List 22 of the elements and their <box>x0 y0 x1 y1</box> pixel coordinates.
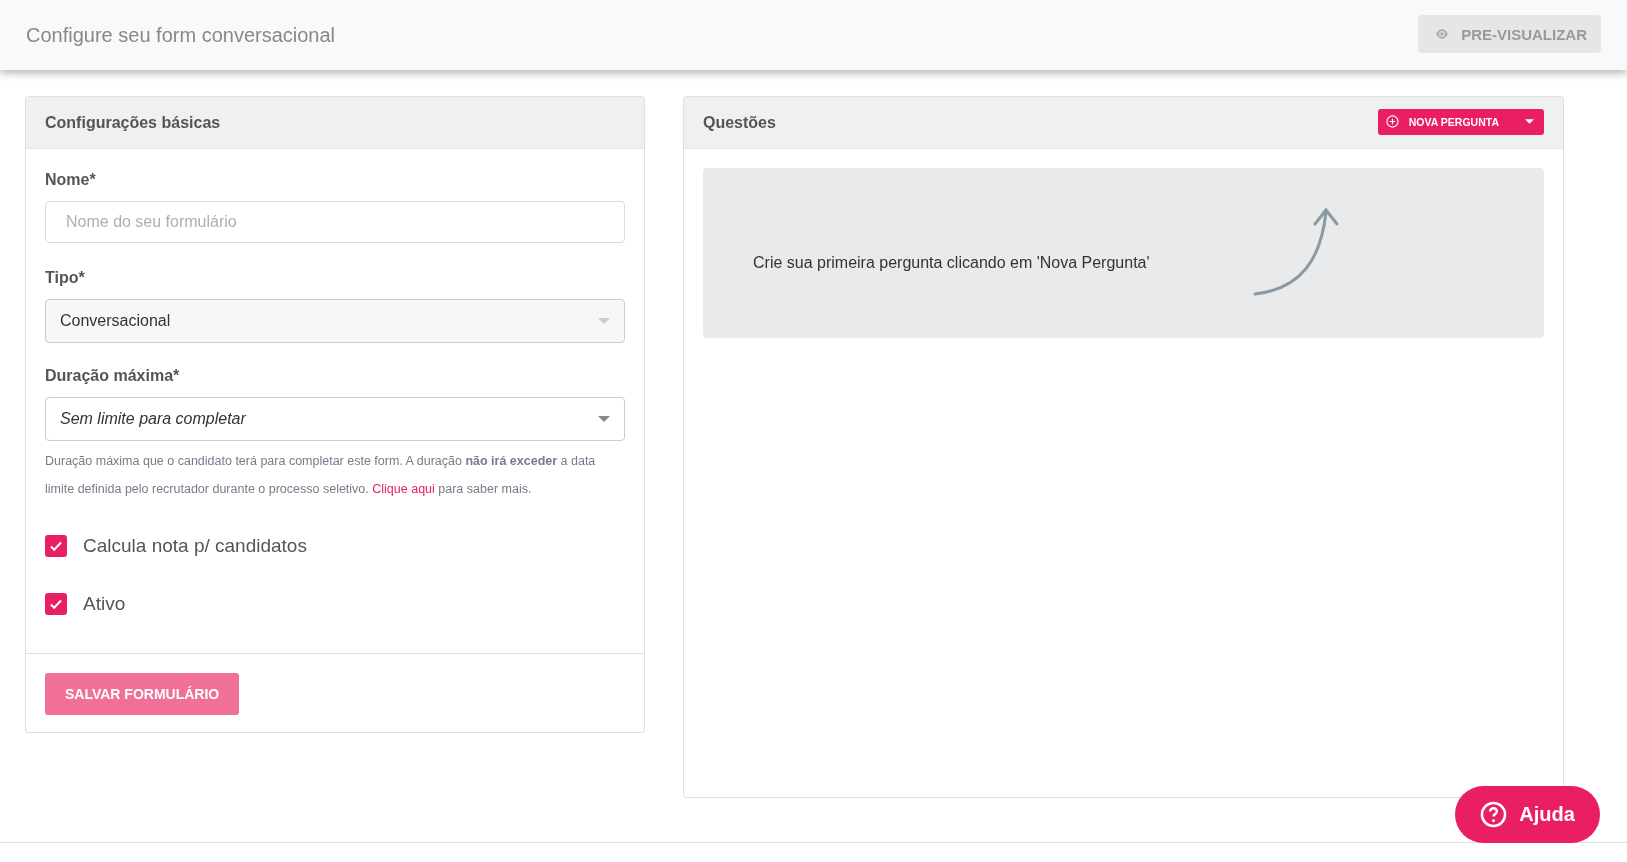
learn-more-link[interactable]: Clique aqui <box>372 482 435 496</box>
caret-icon <box>1525 119 1534 124</box>
card-title: Questões <box>703 113 776 132</box>
help-text: Duração máxima que o candidato terá para completar este form. A duração não irá exceder a data limite definida pelo recrutador durante o processo seletivo. Clique aqui para saber mais. <box>45 453 597 498</box>
page-title: Configure seu form conversacional <box>26 23 336 47</box>
plus-circle-icon <box>1385 115 1399 128</box>
checkbox[interactable] <box>45 593 67 615</box>
question-circle-icon <box>1480 801 1508 828</box>
new-question-button[interactable]: NOVA PERGUNTA <box>1377 108 1544 135</box>
field-label: Duração máxima* <box>45 367 181 385</box>
name-input-field[interactable]: Nome do seu formulário <box>45 201 625 243</box>
caret-icon <box>598 416 610 422</box>
help-button[interactable]: Ajuda <box>1455 786 1600 843</box>
checkbox[interactable] <box>45 535 67 557</box>
caret-icon <box>598 318 610 324</box>
field-label: Nome* <box>45 171 97 189</box>
card-title: Configurações básicas <box>45 113 221 132</box>
duration-select[interactable]: Sem limite para completar <box>45 397 625 441</box>
empty-message: Crie sua primeira pergunta clicando em 'Nova Pergunta' <box>753 254 1150 272</box>
checkbox-label: Calcula nota p/ candidatos <box>83 535 307 557</box>
checkbox-label: Ativo <box>83 593 126 615</box>
field-label: Tipo* <box>45 269 86 287</box>
